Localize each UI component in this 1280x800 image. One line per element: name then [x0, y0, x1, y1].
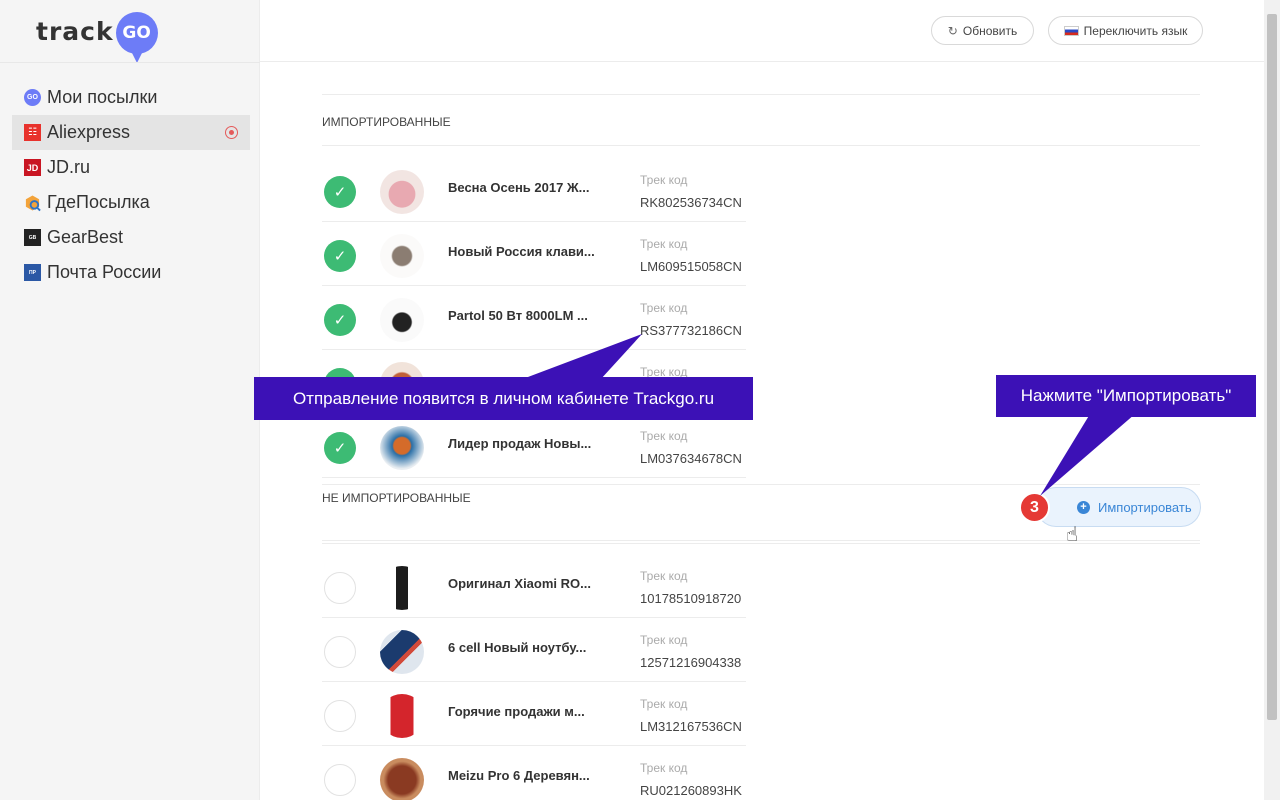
sidebar-item-label: JD.ru	[47, 157, 91, 177]
track-code-value: 12571216904338	[640, 655, 742, 670]
track-code-label: Трек код	[640, 697, 688, 711]
unchecked-icon[interactable]	[324, 636, 356, 668]
product-thumbnail	[380, 758, 424, 800]
sidebar-item-label: ГдеПосылка	[47, 192, 150, 212]
scrollbar[interactable]	[1264, 0, 1280, 800]
table-row[interactable]: Оригинал Xiaomi RO... Трек код 101785109…	[322, 554, 746, 618]
section-divider	[322, 484, 1200, 485]
product-thumbnail	[380, 298, 424, 342]
gdeposylka-icon	[24, 194, 41, 211]
track-code-value: LM312167536CN	[640, 719, 742, 734]
product-name: 6 cell Новый ноутбу...	[448, 640, 587, 655]
track-code-label: Трек код	[640, 761, 688, 775]
checked-icon[interactable]: ✓	[324, 240, 356, 272]
track-code-label: Трек код	[640, 173, 688, 187]
sidebar-item-gearbest[interactable]: GB GearBest	[12, 220, 250, 255]
sidebar-item-label: GearBest	[47, 227, 124, 247]
table-row[interactable]: ✓ Лидер продаж Новы... Трек код LM037634…	[322, 414, 746, 478]
imported-section-title: ИМПОРТИРОВАННЫЕ	[322, 115, 451, 129]
import-button[interactable]: + Импортировать	[1036, 487, 1201, 527]
sidebar-item-jd[interactable]: JD JD.ru	[12, 150, 250, 185]
section-divider	[322, 145, 1200, 146]
track-code-label: Трек код	[640, 301, 688, 315]
checked-icon[interactable]: ✓	[324, 304, 356, 336]
sidebar-item-aliexpress[interactable]: ☷ Aliexpress	[12, 115, 250, 150]
russia-flag-icon	[1063, 25, 1079, 36]
table-row[interactable]: ✓ Partol 50 Вт 8000LM ... Трек код RS377…	[322, 286, 746, 350]
sidebar-nav: GO Мои посылки ☷ Aliexpress JD JD.ru Где…	[12, 80, 250, 290]
checked-icon[interactable]: ✓	[324, 432, 356, 464]
sidebar-item-pochta[interactable]: ПР Почта России	[12, 255, 250, 290]
track-code-label: Трек код	[640, 569, 688, 583]
plus-icon: +	[1077, 500, 1090, 514]
sidebar-item-my-parcels[interactable]: GO Мои посылки	[12, 80, 250, 115]
table-row[interactable]: ✓ Новый Россия клави... Трек код LM60951…	[322, 222, 746, 286]
tutorial-callout-right: Нажмите "Импортировать"	[996, 375, 1256, 417]
product-name: Meizu Pro 6 Деревян...	[448, 768, 590, 783]
unchecked-icon[interactable]	[324, 764, 356, 796]
product-name: Весна Осень 2017 Ж...	[448, 180, 590, 195]
not-imported-section-title: НЕ ИМПОРТИРОВАННЫЕ	[322, 491, 471, 505]
gearbest-icon: GB	[24, 229, 41, 246]
product-thumbnail	[380, 694, 424, 738]
sidebar-item-gdeposylka[interactable]: ГдеПосылка	[12, 185, 250, 220]
logo-badge-text: GO	[122, 23, 151, 43]
product-thumbnail	[380, 426, 424, 470]
refresh-button[interactable]: ↻ Обновить	[931, 16, 1034, 45]
sidebar-divider	[0, 62, 260, 63]
sidebar: track GO GO Мои посылки ☷ Aliexpress JD …	[0, 0, 260, 800]
track-code-label: Трек код	[640, 633, 688, 647]
tutorial-callout-left: Отправление появится в личном кабинете T…	[254, 377, 753, 420]
trackgo-logo[interactable]: track GO	[36, 6, 158, 63]
trackgo-icon: GO	[24, 89, 41, 106]
product-name: Лидер продаж Новы...	[448, 436, 592, 451]
table-row[interactable]: Meizu Pro 6 Деревян... Трек код RU021260…	[322, 746, 746, 800]
switch-language-button[interactable]: Переключить язык	[1048, 16, 1203, 45]
track-code-value: LM037634678CN	[640, 451, 742, 466]
row-divider	[322, 477, 746, 478]
product-thumbnail	[380, 630, 424, 674]
product-name: Оригинал Xiaomi RO...	[448, 576, 591, 591]
refresh-icon: ↻	[947, 23, 958, 38]
import-button-label: Импортировать	[1098, 499, 1192, 515]
sidebar-item-label: Мои посылки	[47, 87, 158, 107]
track-code-value: 10178510918720	[640, 591, 742, 606]
track-code-value: RS377732186CN	[640, 323, 742, 338]
unchecked-icon[interactable]	[324, 700, 356, 732]
table-row[interactable]: ✓ Весна Осень 2017 Ж... Трек код RK80253…	[322, 158, 746, 222]
product-thumbnail	[380, 170, 424, 214]
scrollbar-thumb[interactable]	[1267, 14, 1277, 720]
track-code-value: RK802536734CN	[640, 195, 742, 210]
sidebar-item-label: Aliexpress	[47, 122, 131, 142]
checked-icon[interactable]: ✓	[324, 176, 356, 208]
track-code-value: RU021260893HK	[640, 783, 742, 798]
jd-icon: JD	[24, 159, 41, 176]
sidebar-item-label: Почта России	[47, 262, 162, 282]
switch-language-label: Переключить язык	[1083, 23, 1188, 38]
refresh-label: Обновить	[962, 23, 1018, 38]
active-indicator-icon	[225, 126, 238, 139]
product-name: Горячие продажи м...	[448, 704, 585, 719]
hand-cursor-icon: ☝	[1066, 524, 1079, 546]
table-row[interactable]: Горячие продажи м... Трек код LM31216753…	[322, 682, 746, 746]
aliexpress-icon: ☷	[24, 124, 41, 141]
pochta-rossii-icon: ПР	[24, 264, 41, 281]
product-name: Новый Россия клави...	[448, 244, 595, 259]
logo-text: track	[36, 16, 114, 46]
table-row[interactable]: 6 cell Новый ноутбу... Трек код 12571216…	[322, 618, 746, 682]
header-divider	[260, 61, 1264, 62]
logo-pin-icon: GO	[115, 12, 158, 63]
step-number-badge: 3	[1019, 492, 1050, 523]
product-name: Partol 50 Вт 8000LM ...	[448, 308, 588, 323]
product-thumbnail	[380, 566, 424, 610]
track-code-label: Трек код	[640, 237, 688, 251]
unchecked-icon[interactable]	[324, 572, 356, 604]
track-code-value: LM609515058CN	[640, 259, 742, 274]
section-divider	[322, 94, 1200, 95]
product-thumbnail	[380, 234, 424, 278]
track-code-label: Трек код	[640, 429, 688, 443]
